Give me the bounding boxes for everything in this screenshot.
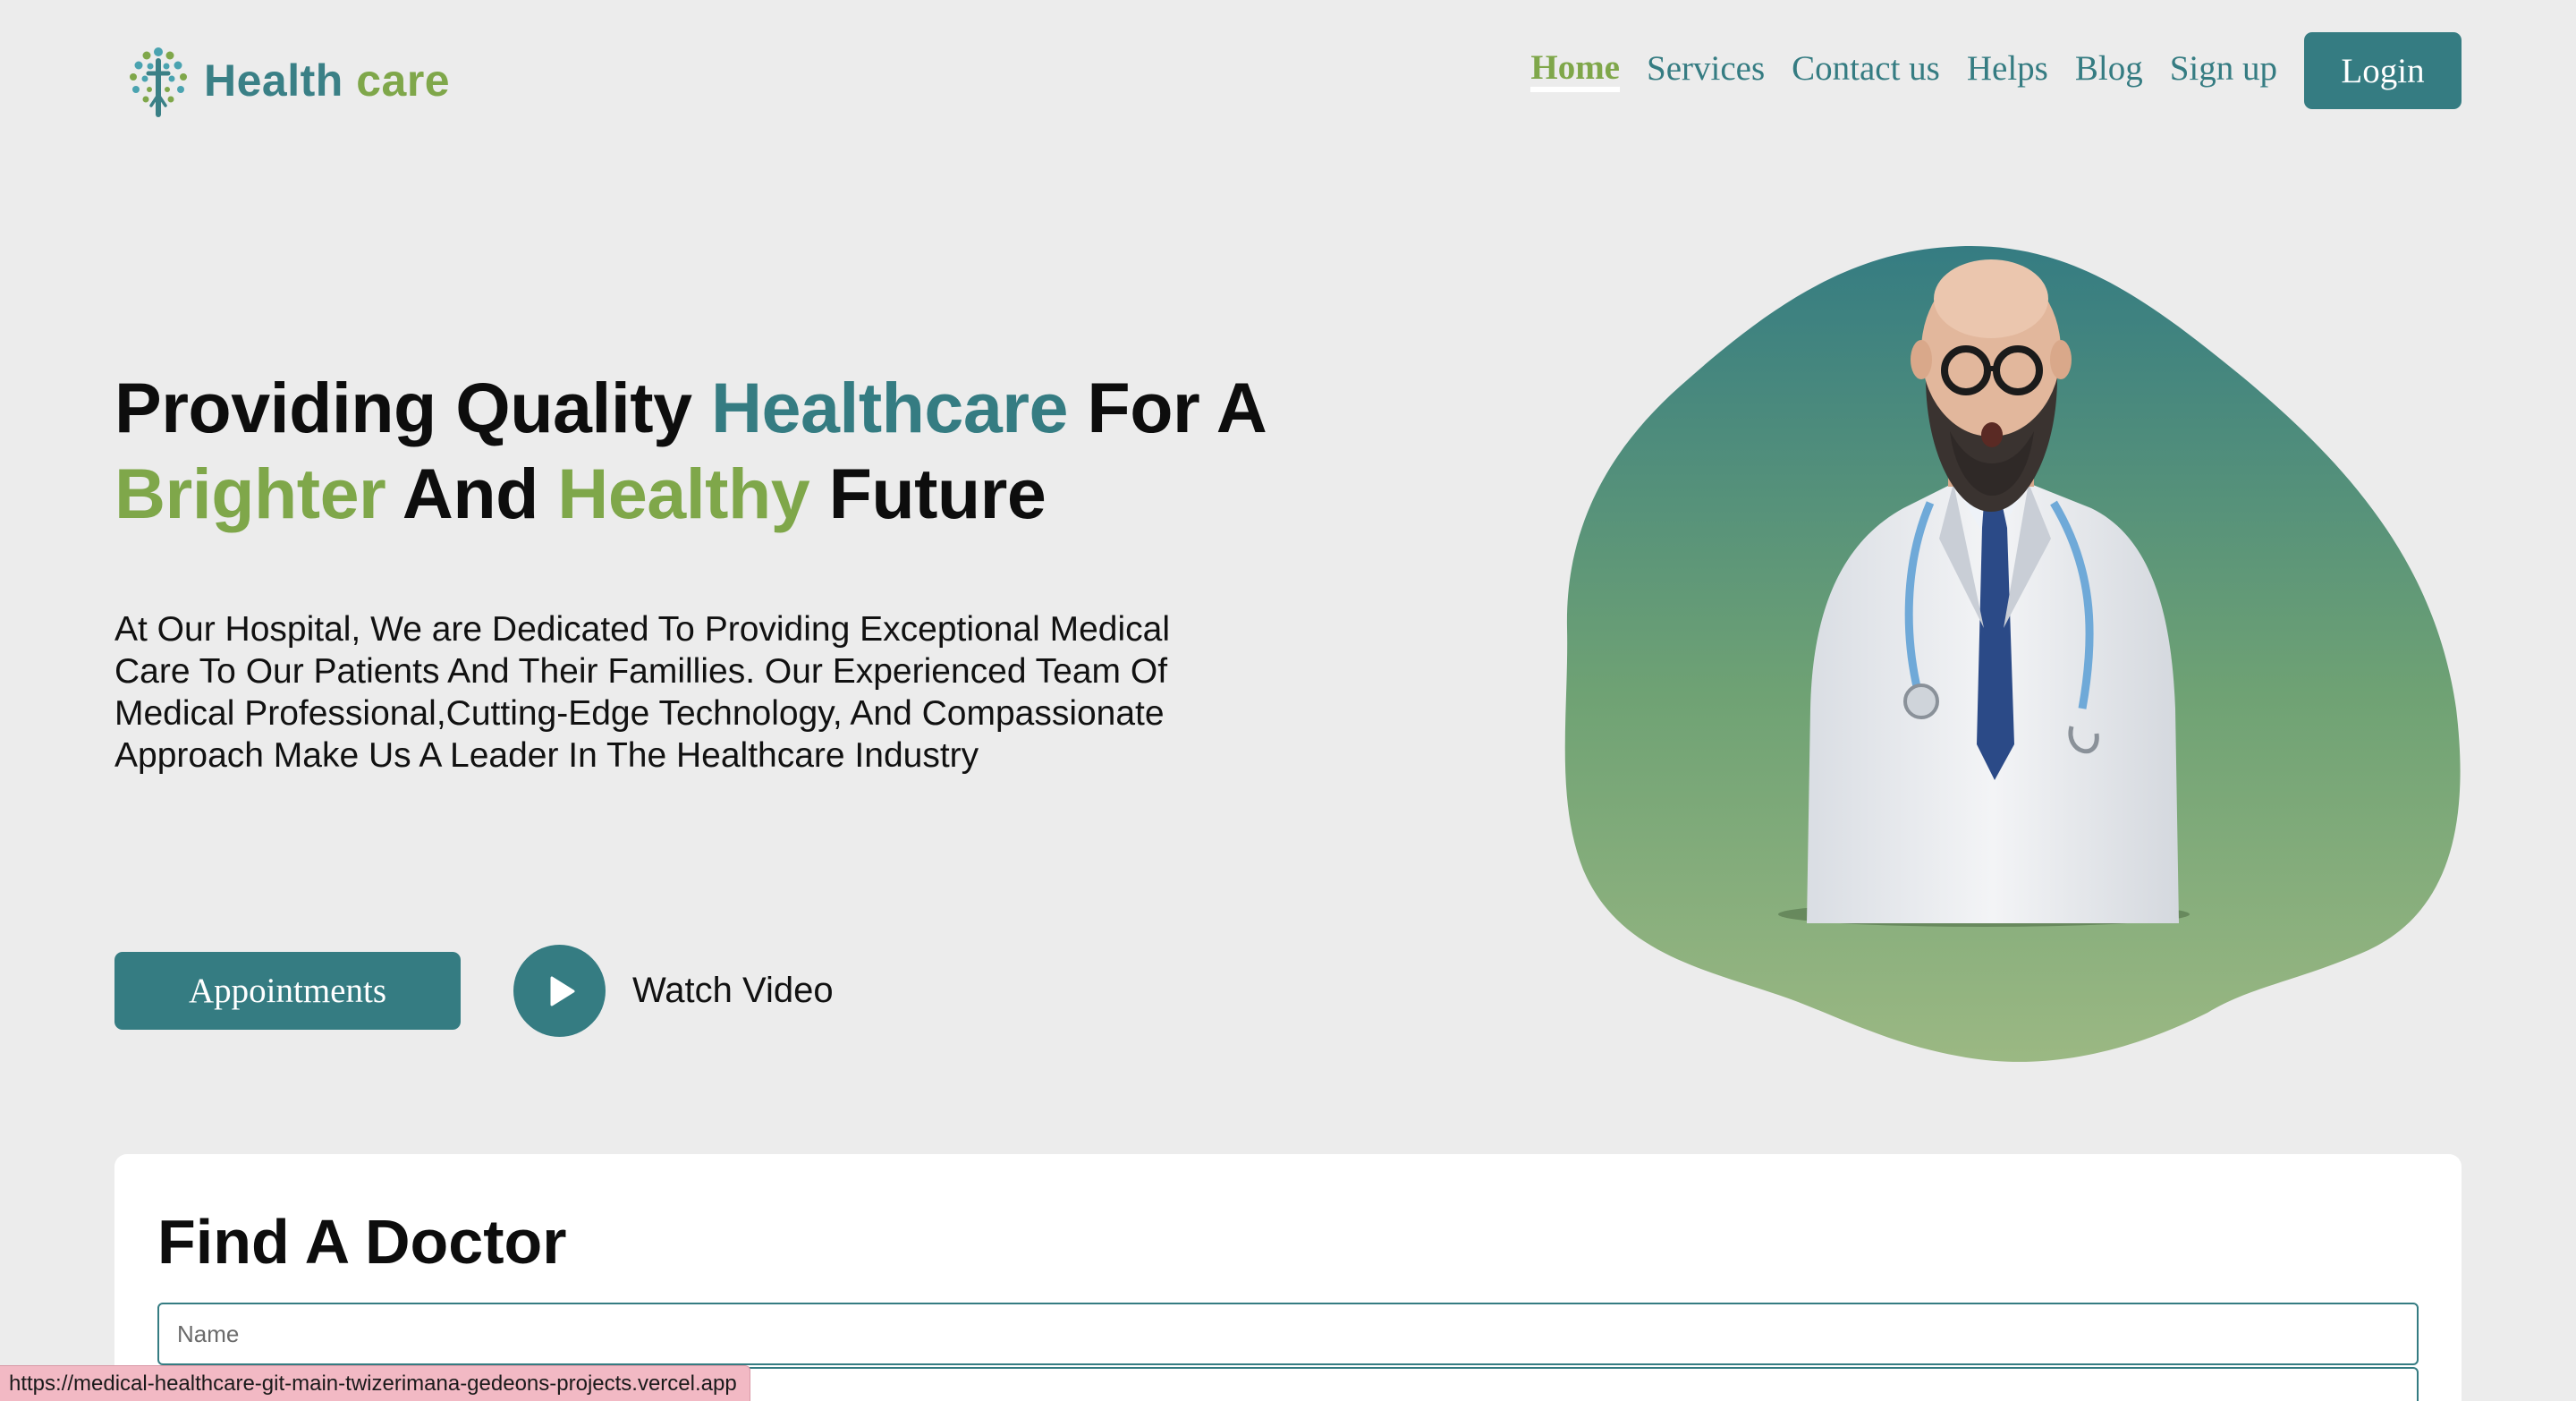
hero-doctor-image (1564, 245, 2461, 1062)
play-icon (550, 976, 574, 1006)
brand-name-part1: Health (204, 55, 343, 106)
brand-name: Health care (204, 58, 450, 103)
hero-title-part1: Providing Quality (114, 368, 711, 447)
hero-title-brighter: Brighter (114, 454, 386, 533)
nav-home[interactable]: Home (1530, 50, 1620, 92)
nav-blog[interactable]: Blog (2075, 51, 2143, 91)
play-button[interactable] (513, 945, 606, 1037)
hero-title: Providing Quality Healthcare For A Bright… (114, 365, 1420, 537)
login-button[interactable]: Login (2304, 32, 2462, 109)
hero-title-healthcare: Healthcare (710, 368, 1069, 447)
nav-sign-up[interactable]: Sign up (2170, 51, 2277, 91)
find-doctor-title: Find A Doctor (157, 1207, 567, 1277)
hero-title-part7: Future (809, 454, 1046, 533)
main-nav: Home Services Contact us Helps Blog Sign… (1530, 32, 2462, 109)
nav-contact-us[interactable]: Contact us (1792, 51, 1940, 91)
appointments-button[interactable]: Appointments (114, 952, 461, 1030)
hero-title-healthy: Healthy (557, 454, 810, 533)
hero-title-part5: And (386, 454, 558, 533)
nav-services[interactable]: Services (1647, 51, 1765, 91)
brand-name-part2: care (356, 55, 451, 106)
tree-logo-icon (130, 47, 187, 117)
watch-video-label: Watch Video (632, 971, 834, 1010)
brand-logo[interactable]: Health care (122, 41, 450, 120)
doctor-name-input[interactable] (157, 1303, 2419, 1365)
find-doctor-card: Find A Doctor (114, 1154, 2462, 1401)
status-bar-url: https://medical-healthcare-git-main-twiz… (0, 1365, 750, 1401)
hero-description: At Our Hospital, We are Dedicated To Pro… (114, 610, 1170, 775)
nav-helps[interactable]: Helps (1967, 51, 2048, 91)
page: Health care Home Services Contact us Hel… (0, 0, 2576, 1401)
watch-video-button[interactable]: Watch Video (513, 945, 834, 1037)
hero-title-part3: For A (1067, 368, 1267, 447)
